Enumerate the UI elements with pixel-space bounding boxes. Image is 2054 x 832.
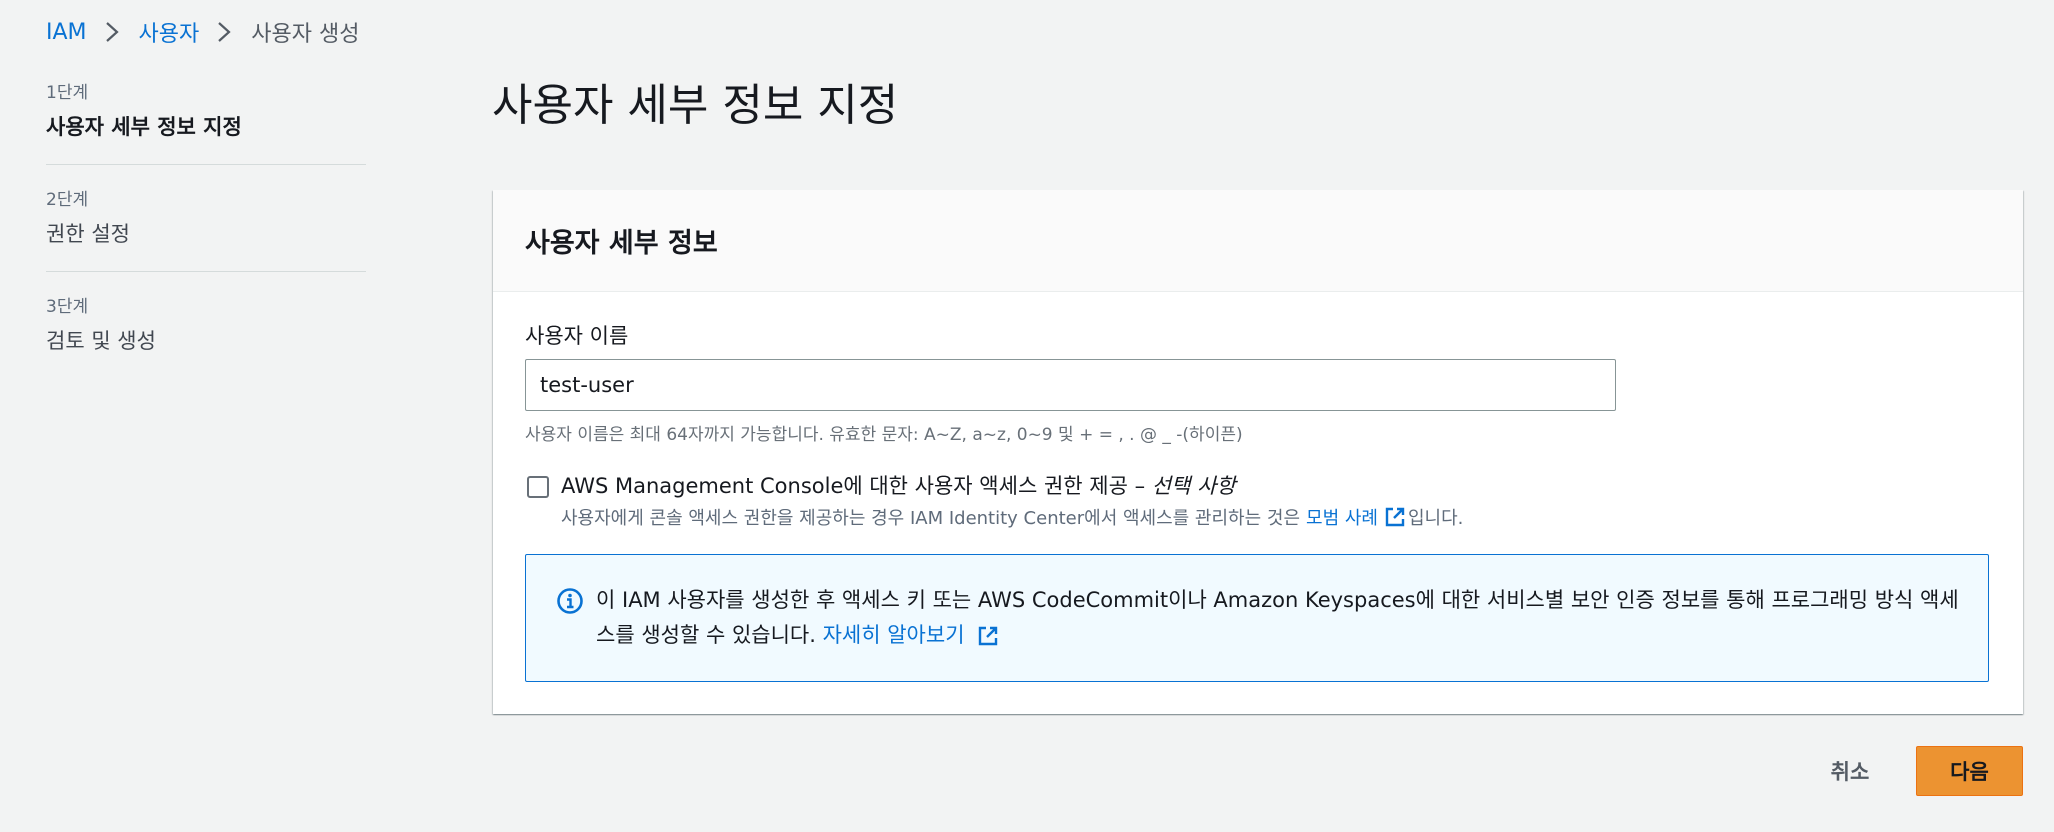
wizard-steps: 1단계 사용자 세부 정보 지정 2단계 권한 설정 3단계 검토 및 생성 bbox=[46, 80, 366, 378]
chevron-right-icon bbox=[97, 21, 127, 43]
console-access-label[interactable]: AWS Management Console에 대한 사용자 액세스 권한 제공… bbox=[561, 470, 1236, 500]
optional-label: 선택 사항 bbox=[1151, 474, 1236, 498]
step-number: 2단계 bbox=[46, 190, 89, 210]
username-input[interactable] bbox=[525, 359, 1616, 411]
step-title: 권한 설정 bbox=[46, 222, 130, 246]
username-hint: 사용자 이름은 최대 64자까지 가능합니다. 유효한 문자: A~Z, a~z… bbox=[525, 425, 1243, 445]
info-alert-text: 이 IAM 사용자를 생성한 후 액세스 키 또는 AWS CodeCommit… bbox=[596, 583, 1966, 653]
breadcrumb-iam[interactable]: IAM bbox=[46, 20, 87, 45]
chevron-right-icon bbox=[209, 21, 239, 43]
next-button[interactable]: 다음 bbox=[1916, 746, 2023, 796]
page-title: 사용자 세부 정보 지정 bbox=[492, 80, 899, 131]
step-number: 3단계 bbox=[46, 297, 89, 317]
username-label: 사용자 이름 bbox=[525, 324, 629, 348]
breadcrumb: IAM 사용자 사용자 생성 bbox=[46, 14, 359, 50]
learn-more-link[interactable]: 자세히 알아보기 bbox=[823, 623, 965, 647]
breadcrumb-users[interactable]: 사용자 bbox=[139, 16, 200, 48]
step-title: 검토 및 생성 bbox=[46, 329, 156, 353]
console-access-description: 사용자에게 콘솔 액세스 권한을 제공하는 경우 IAM Identity Ce… bbox=[561, 504, 1463, 530]
console-access-label-text: AWS Management Console에 대한 사용자 액세스 권한 제공… bbox=[561, 474, 1146, 498]
info-message: 이 IAM 사용자를 생성한 후 액세스 키 또는 AWS CodeCommit… bbox=[596, 588, 1959, 647]
external-link-icon[interactable] bbox=[977, 625, 999, 647]
info-alert: 이 IAM 사용자를 생성한 후 액세스 키 또는 AWS CodeCommit… bbox=[525, 554, 1989, 682]
wizard-step-3: 3단계 검토 및 생성 bbox=[46, 271, 366, 378]
breadcrumb-current: 사용자 생성 bbox=[251, 22, 360, 47]
step-title: 사용자 세부 정보 지정 bbox=[46, 115, 242, 139]
container-title: 사용자 세부 정보 bbox=[525, 228, 718, 259]
info-icon bbox=[556, 587, 584, 615]
user-details-container: 사용자 세부 정보 사용자 이름 사용자 이름은 최대 64자까지 가능합니다.… bbox=[493, 190, 2023, 714]
console-access-desc-text: 사용자에게 콘솔 액세스 권한을 제공하는 경우 IAM Identity Ce… bbox=[561, 508, 1301, 529]
console-access-checkbox[interactable] bbox=[527, 476, 549, 498]
console-access-desc-suffix: 입니다. bbox=[1408, 508, 1464, 529]
wizard-step-1: 1단계 사용자 세부 정보 지정 bbox=[46, 80, 366, 164]
cancel-button[interactable]: 취소 bbox=[1810, 748, 1890, 794]
wizard-step-2: 2단계 권한 설정 bbox=[46, 164, 366, 271]
container-header: 사용자 세부 정보 bbox=[493, 190, 2023, 292]
best-practice-link[interactable]: 모범 사례 bbox=[1306, 504, 1378, 530]
external-link-icon[interactable] bbox=[1384, 506, 1406, 528]
step-number: 1단계 bbox=[46, 83, 89, 103]
